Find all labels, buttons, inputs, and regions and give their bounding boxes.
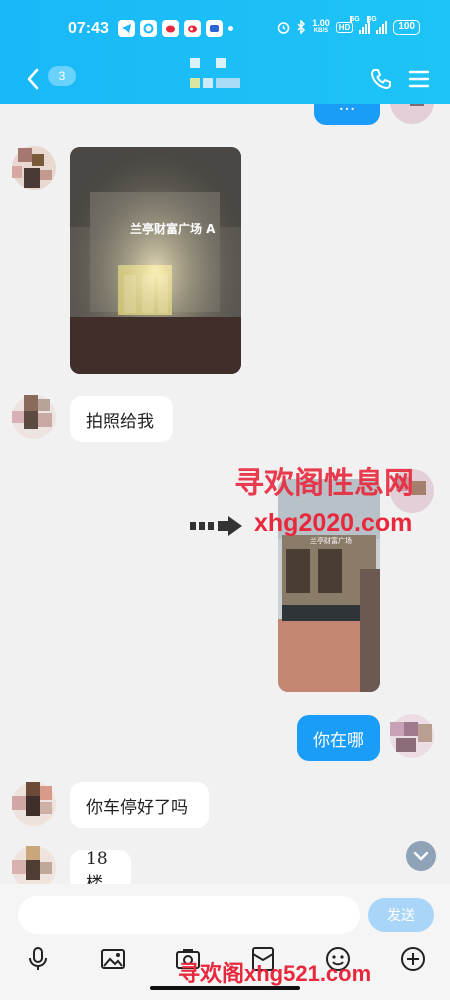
status-bar: 07:43 1.00 KB/S HD 5G 4G 100	[0, 0, 450, 58]
incoming-message-bubble[interactable]: 拍照给我	[70, 396, 173, 442]
input-bar: 发送 寻欢阁xhg521.com	[0, 884, 450, 1000]
plus-icon[interactable]	[398, 944, 428, 974]
weibo-icon-2	[184, 20, 201, 37]
alarm-icon	[277, 21, 290, 34]
arrow-watermark-icon	[190, 516, 242, 536]
my-avatar[interactable]	[390, 714, 434, 758]
contact-avatar[interactable]	[12, 395, 56, 439]
contact-avatar[interactable]	[12, 782, 56, 826]
back-icon[interactable]	[20, 64, 50, 94]
signal-2-label: 4G	[367, 16, 377, 23]
menu-icon[interactable]	[404, 64, 434, 94]
message-text: 你在哪	[313, 730, 364, 751]
chevron-down-icon	[413, 851, 429, 861]
outgoing-message-bubble[interactable]: …	[314, 104, 380, 125]
status-time: 07:43	[68, 20, 109, 37]
status-app-icons	[118, 20, 233, 37]
watermark-url: xhg2020.com	[254, 509, 413, 537]
message-list[interactable]: … 兰亭财富广场 A 拍照给我 兰亭财富广场 你在哪 你车停好了吗 18 寻欢阁…	[0, 104, 450, 894]
contact-name-mosaic	[190, 58, 240, 88]
send-button[interactable]: 发送	[368, 898, 434, 932]
outgoing-message-bubble[interactable]: 你在哪	[297, 715, 380, 761]
incoming-photo-message[interactable]: 兰亭财富广场 A	[70, 147, 241, 374]
my-avatar[interactable]	[390, 104, 434, 124]
battery-indicator: 100	[393, 19, 420, 35]
building-sign-text: 兰亭财富广场 A	[130, 221, 216, 236]
hd-badge: HD	[335, 21, 354, 33]
network-speed: 1.00 KB/S	[312, 19, 330, 35]
telegram-icon	[118, 20, 135, 37]
phone-icon[interactable]	[366, 64, 396, 94]
incoming-message-bubble[interactable]: 你车停好了吗	[70, 782, 209, 828]
unread-count-badge[interactable]: 3	[48, 66, 76, 86]
network-speed-unit: KB/S	[313, 28, 329, 34]
building-photo: 兰亭财富广场 A	[70, 147, 241, 374]
watermark-title: 寻欢阁性息网	[234, 466, 414, 501]
more-notifications-dot	[228, 26, 233, 31]
signal-1-label: 5G	[350, 16, 360, 23]
signal-strength-2: 4G	[367, 16, 388, 34]
network-speed-value: 1.00	[312, 18, 330, 28]
microphone-icon[interactable]	[23, 944, 53, 974]
qq-browser-icon	[140, 20, 157, 37]
watermark-bottom: 寻欢阁xhg521.com	[178, 961, 372, 986]
contact-avatar[interactable]	[12, 146, 56, 190]
message-text: 拍照给我	[86, 411, 154, 432]
message-text: …	[338, 104, 356, 115]
chat-header: 3	[0, 58, 450, 104]
photo-icon[interactable]	[98, 944, 128, 974]
scroll-to-bottom-button[interactable]	[406, 841, 436, 871]
message-text: 你车停好了吗	[86, 797, 188, 818]
home-indicator[interactable]	[150, 986, 300, 990]
weibo-icon	[162, 20, 179, 37]
bluetooth-icon	[297, 20, 306, 34]
message-input[interactable]	[18, 896, 360, 934]
app-icon	[206, 20, 223, 37]
